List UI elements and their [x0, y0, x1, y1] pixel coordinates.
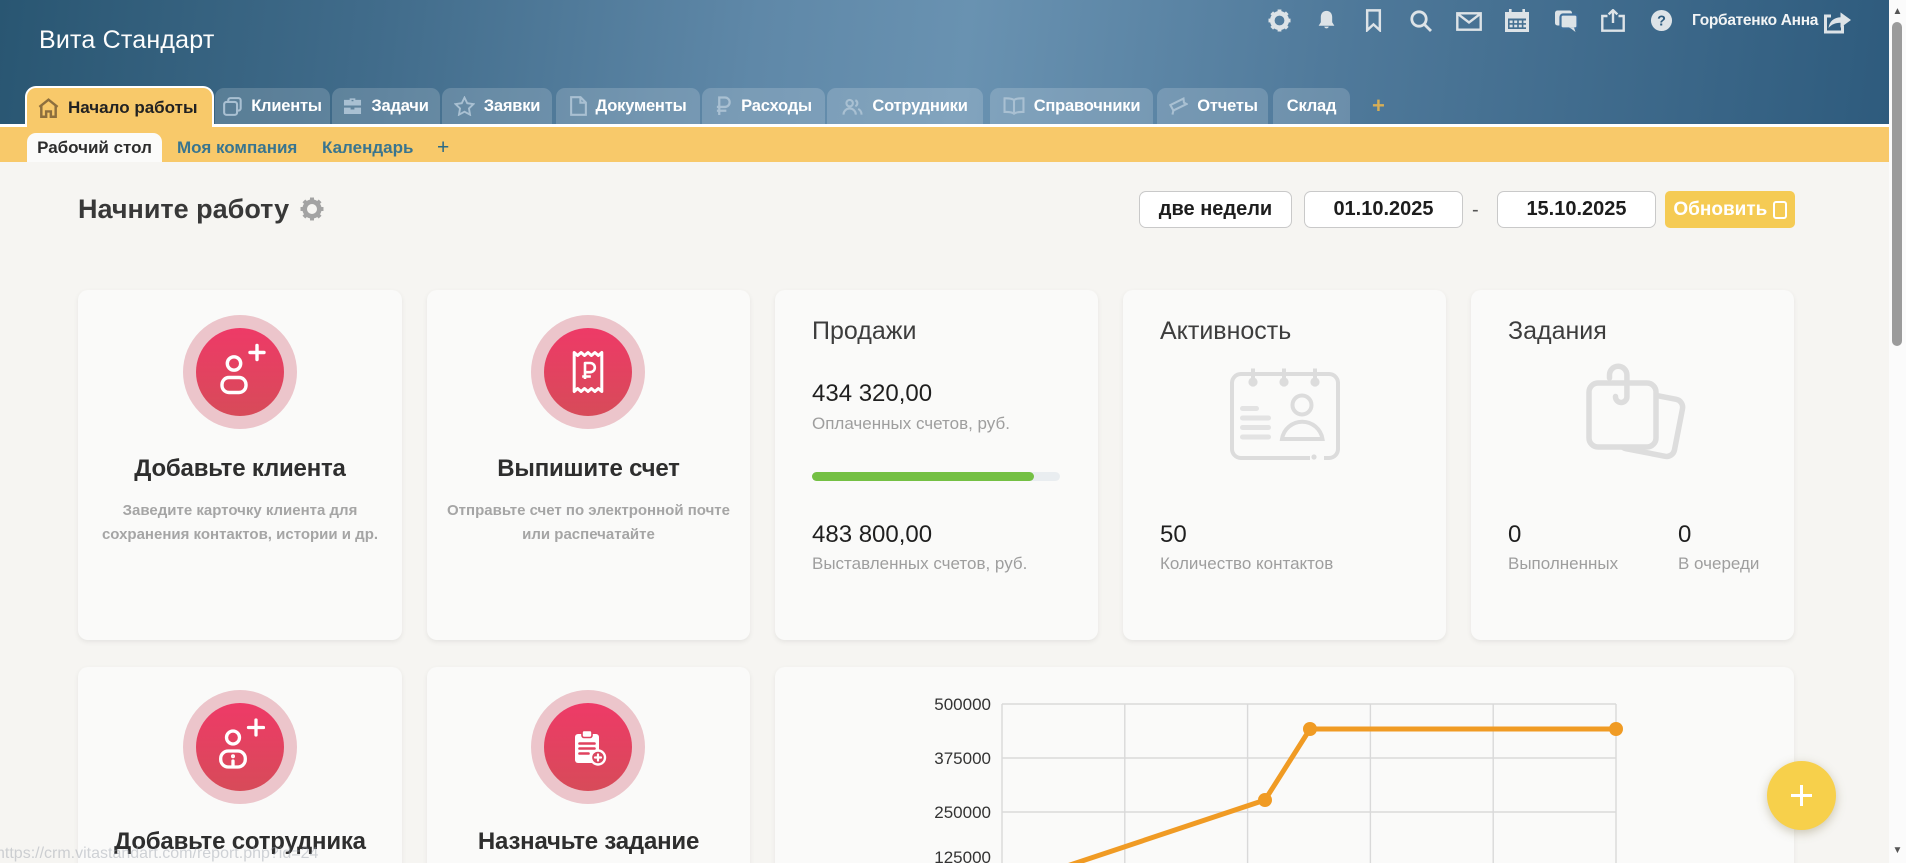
svg-text:?: ?: [1657, 13, 1666, 29]
svg-text:375000: 375000: [934, 749, 991, 768]
svg-text:250000: 250000: [934, 803, 991, 822]
svg-text:500000: 500000: [934, 695, 991, 714]
svg-text:125000: 125000: [934, 848, 991, 863]
